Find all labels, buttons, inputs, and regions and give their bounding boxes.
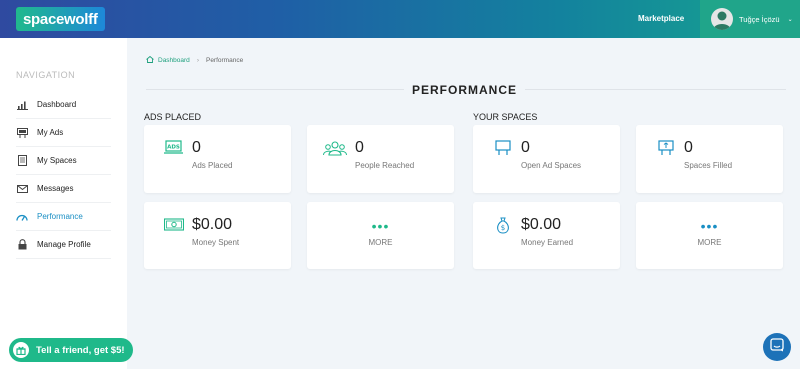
card-more-ads[interactable]: ••• MORE — [307, 202, 454, 269]
logo-text: spacewolff — [23, 10, 98, 28]
ads-placed-label: Ads Placed — [192, 161, 233, 170]
people-icon — [323, 140, 347, 156]
people-reached-value: 0 — [355, 139, 364, 156]
money-earned-value: $0.00 — [521, 216, 562, 233]
sidebar-item-label: My Spaces — [37, 156, 77, 165]
top-header: spacewolff Marketplace Tuğçe İçözü ⌄ — [0, 0, 800, 38]
sidebar: NAVIGATION Dashboard My Ads My Spaces Me… — [0, 38, 127, 369]
sidebar-item-label: Dashboard — [37, 100, 77, 109]
card-ads-placed: ADS 0 Ads Placed — [144, 125, 291, 193]
section-ads-placed-label: ADS PLACED — [144, 112, 202, 122]
home-icon — [146, 55, 154, 65]
lock-icon — [16, 239, 28, 251]
card-open-ad-spaces: 0 Open Ad Spaces — [473, 125, 620, 193]
sidebar-item-dashboard[interactable]: Dashboard — [16, 91, 111, 119]
card-money-spent: $0.00 Money Spent — [144, 202, 291, 269]
marketplace-link[interactable]: Marketplace — [638, 14, 684, 23]
sidebar-item-label: Messages — [37, 184, 74, 193]
svg-text:$: $ — [501, 224, 505, 232]
ads-placed-value: 0 — [192, 139, 201, 156]
sidebar-title: NAVIGATION — [16, 70, 76, 80]
section-your-spaces-label: YOUR SPACES — [473, 112, 538, 122]
breadcrumb: Dashboard › Performance — [146, 55, 244, 65]
open-ad-spaces-label: Open Ad Spaces — [521, 161, 582, 170]
sidebar-item-label: Manage Profile — [37, 240, 91, 249]
user-name: Tuğçe İçözü — [739, 14, 780, 24]
billboard-icon — [16, 127, 28, 139]
more-dots-icon: ••• — [371, 218, 390, 234]
card-money-earned: $ $0.00 Money Earned — [473, 202, 620, 269]
ads-icon: ADS — [164, 140, 184, 156]
sidebar-item-my-ads[interactable]: My Ads — [16, 119, 111, 147]
spaces-filled-value: 0 — [684, 139, 693, 156]
chevron-down-icon: ⌄ — [787, 16, 793, 23]
people-reached-label: People Reached — [355, 161, 415, 170]
more-ads-label: MORE — [368, 238, 393, 247]
breadcrumb-dashboard-link[interactable]: Dashboard — [158, 57, 190, 64]
breadcrumb-current: Performance — [205, 57, 244, 64]
card-spaces-filled: 0 Spaces Filled — [636, 125, 783, 193]
money-bag-icon: $ — [495, 217, 515, 234]
user-silhouette-icon — [713, 11, 731, 30]
chat-icon — [770, 337, 784, 357]
page-title: PERFORMANCE — [404, 83, 526, 97]
sidebar-item-performance[interactable]: Performance — [16, 203, 111, 231]
invite-friend-button[interactable]: Tell a friend, get $5! — [9, 338, 133, 362]
breadcrumb-separator: › — [196, 57, 199, 64]
sidebar-item-messages[interactable]: Messages — [16, 175, 111, 203]
spaces-filled-label: Spaces Filled — [684, 161, 733, 170]
card-more-spaces[interactable]: ••• MORE — [636, 202, 783, 269]
gift-icon — [13, 342, 29, 358]
chat-button[interactable] — [763, 333, 791, 361]
user-menu[interactable]: Tuğçe İçözü ⌄ — [700, 0, 800, 38]
avatar — [711, 8, 733, 30]
sidebar-item-my-spaces[interactable]: My Spaces — [16, 147, 111, 175]
banknote-icon — [163, 217, 185, 233]
sidebar-item-label: My Ads — [37, 128, 64, 137]
bar-chart-icon — [16, 99, 28, 111]
more-dots-icon: ••• — [700, 218, 719, 234]
sidebar-item-manage-profile[interactable]: Manage Profile — [16, 231, 111, 259]
logo[interactable]: spacewolff — [16, 7, 105, 31]
envelope-icon — [16, 183, 28, 195]
money-spent-label: Money Spent — [192, 238, 240, 247]
card-people-reached: 0 People Reached — [307, 125, 454, 193]
svg-text:ADS: ADS — [167, 145, 180, 151]
document-icon — [16, 155, 28, 167]
money-earned-label: Money Earned — [521, 238, 574, 247]
billboard-filled-icon — [658, 140, 678, 156]
billboard-frame-icon — [495, 140, 515, 156]
invite-label: Tell a friend, get $5! — [36, 344, 125, 356]
more-spaces-label: MORE — [697, 238, 722, 247]
money-spent-value: $0.00 — [192, 216, 233, 233]
open-ad-spaces-value: 0 — [521, 139, 530, 156]
speedometer-icon — [16, 211, 28, 223]
sidebar-item-label: Performance — [37, 212, 83, 221]
